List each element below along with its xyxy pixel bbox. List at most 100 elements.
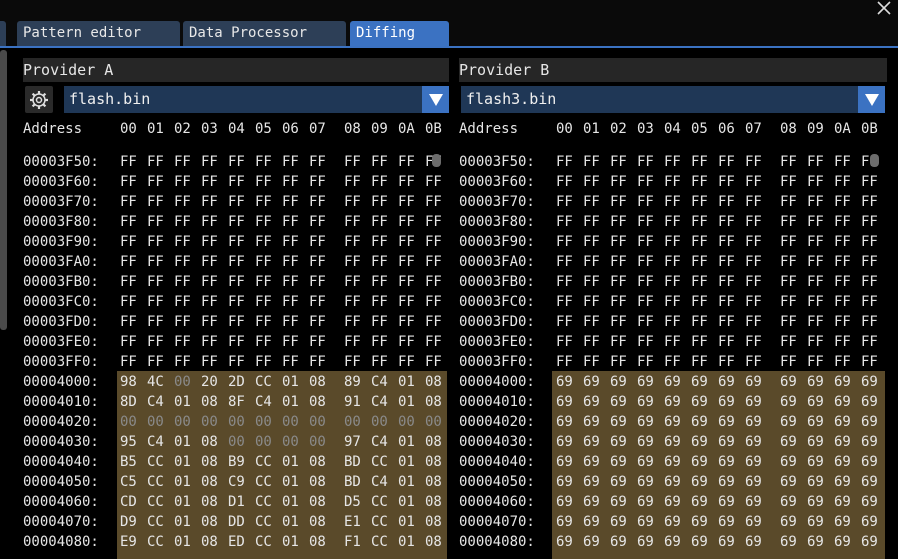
hex-byte[interactable]: FF (425, 212, 447, 232)
hex-byte[interactable]: CC (371, 532, 393, 552)
hex-byte[interactable]: CC (255, 452, 277, 472)
hex-byte[interactable]: 01 (282, 512, 304, 532)
hex-byte[interactable]: 69 (664, 392, 686, 412)
hex-byte[interactable]: 95 (120, 432, 142, 452)
hex-byte[interactable]: 69 (807, 492, 829, 512)
hex-byte[interactable]: FF (610, 272, 632, 292)
hex-byte[interactable]: FF (583, 332, 605, 352)
hex-byte[interactable]: C4 (147, 392, 169, 412)
hex-byte[interactable]: 01 (174, 472, 196, 492)
provider-a-file-select[interactable]: flash.bin (64, 86, 449, 113)
hex-byte[interactable]: 01 (174, 532, 196, 552)
hex-byte[interactable]: 01 (174, 392, 196, 412)
hex-byte[interactable]: FF (174, 192, 196, 212)
hex-byte[interactable]: 69 (583, 532, 605, 552)
hex-byte[interactable]: DD (228, 512, 250, 532)
hex-byte[interactable]: 69 (861, 452, 883, 472)
hex-byte[interactable]: FF (201, 152, 223, 172)
hex-byte[interactable]: FF (583, 152, 605, 172)
hex-byte[interactable]: FF (780, 152, 802, 172)
hex-byte[interactable]: 69 (807, 432, 829, 452)
hex-byte[interactable]: ED (228, 532, 250, 552)
hex-byte[interactable]: 00 (309, 412, 331, 432)
hex-byte[interactable]: FF (228, 272, 250, 292)
hex-byte[interactable]: 00 (228, 432, 250, 452)
hex-byte[interactable]: CC (147, 472, 169, 492)
hex-byte[interactable]: FF (255, 212, 277, 232)
hex-byte[interactable]: FF (583, 312, 605, 332)
hex-byte[interactable]: D5 (344, 492, 366, 512)
hex-byte[interactable]: 69 (664, 432, 686, 452)
hex-byte[interactable]: C9 (228, 472, 250, 492)
hex-byte[interactable]: FF (861, 292, 883, 312)
hex-byte[interactable]: 69 (610, 532, 632, 552)
hex-byte[interactable]: 69 (780, 512, 802, 532)
hex-byte[interactable]: FF (228, 352, 250, 372)
hex-byte[interactable]: 00 (147, 412, 169, 432)
hex-byte[interactable]: FF (691, 352, 713, 372)
hex-byte[interactable]: 69 (834, 492, 856, 512)
hex-byte[interactable]: FF (147, 312, 169, 332)
hex-byte[interactable]: 08 (425, 392, 447, 412)
hex-byte[interactable]: 01 (174, 452, 196, 472)
hex-byte[interactable]: 69 (691, 532, 713, 552)
hex-byte[interactable]: FF (861, 252, 883, 272)
hex-byte[interactable]: E1 (344, 512, 366, 532)
hex-byte[interactable]: 69 (556, 412, 578, 432)
hex-byte[interactable]: 69 (745, 492, 767, 512)
hex-byte[interactable]: FF (398, 332, 420, 352)
hex-byte[interactable]: 8F (228, 392, 250, 412)
hex-byte[interactable]: CC (371, 512, 393, 532)
hex-byte[interactable]: 08 (309, 472, 331, 492)
hex-byte[interactable]: 08 (201, 512, 223, 532)
hex-byte[interactable]: FF (201, 312, 223, 332)
hex-byte[interactable]: FF (637, 292, 659, 312)
hex-byte[interactable]: 98 (120, 372, 142, 392)
hex-byte[interactable]: FF (807, 352, 829, 372)
hex-byte[interactable]: FF (691, 252, 713, 272)
hex-byte[interactable]: 00 (201, 412, 223, 432)
hex-byte[interactable]: FF (147, 292, 169, 312)
hex-byte[interactable]: FF (344, 232, 366, 252)
hex-byte[interactable]: FF (174, 332, 196, 352)
hex-byte[interactable]: 69 (780, 532, 802, 552)
hex-byte[interactable]: CC (371, 452, 393, 472)
hex-byte[interactable]: FF (344, 152, 366, 172)
hex-byte[interactable]: 01 (398, 472, 420, 492)
hex-byte[interactable]: 69 (807, 532, 829, 552)
hex-byte[interactable]: 08 (425, 512, 447, 532)
hex-byte[interactable]: 08 (201, 452, 223, 472)
hex-byte[interactable]: 69 (834, 392, 856, 412)
hex-byte[interactable]: FF (174, 232, 196, 252)
hex-byte[interactable]: FF (691, 212, 713, 232)
hex-byte[interactable]: FF (425, 292, 447, 312)
hex-byte[interactable]: FF (344, 332, 366, 352)
hex-byte[interactable]: FF (780, 192, 802, 212)
hex-byte[interactable]: FF (861, 332, 883, 352)
hex-byte[interactable]: 01 (174, 492, 196, 512)
hex-byte[interactable]: 69 (691, 412, 713, 432)
hex-byte[interactable]: 69 (610, 412, 632, 432)
hex-byte[interactable]: FF (120, 232, 142, 252)
hex-byte[interactable]: FF (691, 312, 713, 332)
hex-byte[interactable]: FF (425, 312, 447, 332)
hex-byte[interactable]: D1 (228, 492, 250, 512)
hex-byte[interactable]: 01 (282, 392, 304, 412)
hex-byte[interactable]: FF (780, 172, 802, 192)
hex-byte[interactable]: FF (610, 352, 632, 372)
hex-byte[interactable]: FF (174, 352, 196, 372)
hex-byte[interactable]: BD (344, 452, 366, 472)
hex-byte[interactable]: 69 (691, 472, 713, 492)
scrollbar-thumb[interactable] (870, 154, 879, 167)
hex-byte[interactable]: 69 (583, 452, 605, 472)
hex-byte[interactable]: 00 (174, 372, 196, 392)
hex-byte[interactable]: FF (174, 272, 196, 292)
hex-byte[interactable]: FF (282, 292, 304, 312)
hex-byte[interactable]: FF (344, 292, 366, 312)
triangle-down-icon[interactable] (858, 86, 885, 113)
hex-byte[interactable]: FF (780, 272, 802, 292)
hex-byte[interactable]: 69 (780, 452, 802, 472)
hex-byte[interactable]: 01 (398, 492, 420, 512)
hex-byte[interactable]: C5 (120, 472, 142, 492)
hex-byte[interactable]: 69 (780, 412, 802, 432)
